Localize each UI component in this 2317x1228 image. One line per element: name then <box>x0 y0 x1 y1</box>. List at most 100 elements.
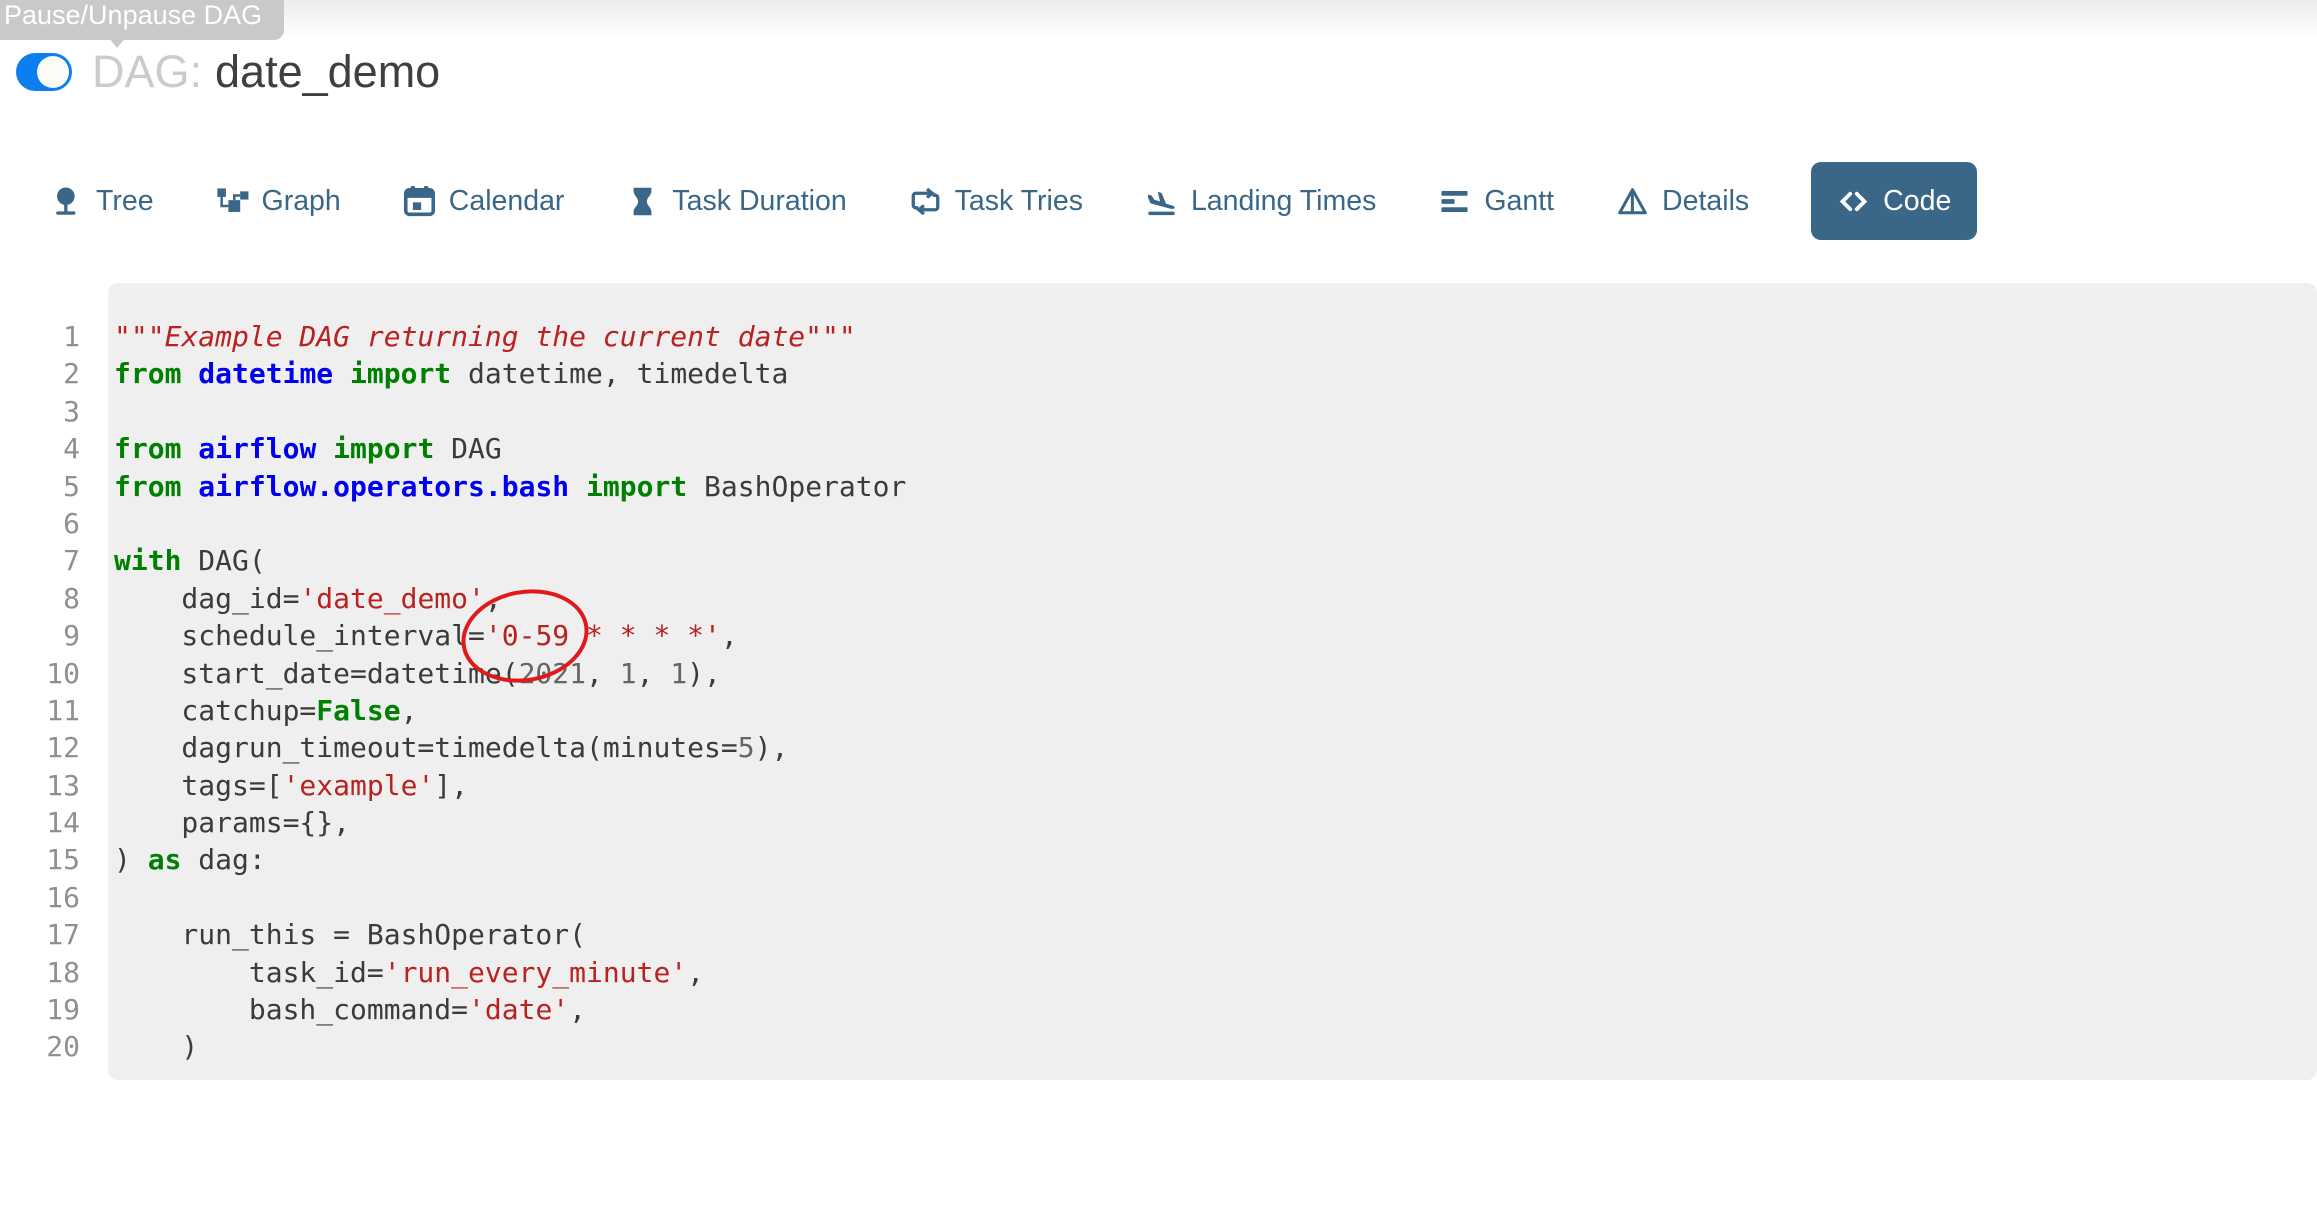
top-fade-band <box>0 0 2317 46</box>
code-line: 11 catchup=False, <box>0 692 2317 729</box>
code-line: 1"""Example DAG returning the current da… <box>0 318 2317 355</box>
code-line-content: start_date=datetime(2021, 1, 1), <box>96 655 2317 692</box>
code-line-content: from datetime import datetime, timedelta <box>96 355 2317 392</box>
code-line: 2from datetime import datetime, timedelt… <box>0 355 2317 392</box>
code-line-content: bash_command='date', <box>96 991 2317 1028</box>
code-rows: 1"""Example DAG returning the current da… <box>0 283 2317 1080</box>
code-line: 3 <box>0 393 2317 430</box>
code-line-content: dagrun_timeout=timedelta(minutes=5), <box>96 729 2317 766</box>
tab-label: Tree <box>96 185 154 218</box>
tab-task-tries[interactable]: Task Tries <box>909 185 1083 218</box>
code-line: 20 ) <box>0 1028 2317 1065</box>
tooltip-arrow <box>104 32 130 48</box>
graph-icon <box>216 185 249 218</box>
tab-task-duration[interactable]: Task Duration <box>626 185 846 218</box>
line-number: 14 <box>0 804 96 841</box>
tab-gantt[interactable]: Gantt <box>1438 185 1554 218</box>
line-number: 16 <box>0 879 96 916</box>
code-line: 16 <box>0 879 2317 916</box>
tab-label: Code <box>1883 185 1951 218</box>
line-number: 1 <box>0 318 96 355</box>
tab-calendar[interactable]: Calendar <box>403 185 565 218</box>
line-number: 8 <box>0 580 96 617</box>
code-line-content: ) <box>96 1028 2317 1065</box>
tab-label: Task Tries <box>955 185 1083 218</box>
code-line: 5from airflow.operators.bash import Bash… <box>0 468 2317 505</box>
code-line: 19 bash_command='date', <box>0 991 2317 1028</box>
line-number: 7 <box>0 542 96 579</box>
line-number: 19 <box>0 991 96 1028</box>
line-number: 13 <box>0 767 96 804</box>
code-line-content <box>96 505 2317 542</box>
annotation-ellipse <box>444 576 606 698</box>
tab-label: Task Duration <box>672 185 846 218</box>
tab-label: Calendar <box>449 185 565 218</box>
code-line-content: ) as dag: <box>96 841 2317 878</box>
code-line: 4from airflow import DAG <box>0 430 2317 467</box>
code-line-content: tags=['example'], <box>96 767 2317 804</box>
calendar-icon <box>403 185 436 218</box>
tab-label: Gantt <box>1484 185 1554 218</box>
toggle-knob <box>37 56 69 88</box>
dag-name: date_demo <box>215 46 440 98</box>
code-line-content: """Example DAG returning the current dat… <box>96 318 2317 355</box>
code-line: 10 start_date=datetime(2021, 1, 1), <box>0 655 2317 692</box>
page-title: DAG: date_demo <box>92 46 440 98</box>
pause-unpause-tooltip: Pause/Unpause DAG <box>0 0 284 40</box>
tab-details[interactable]: Details <box>1616 185 1749 218</box>
line-number: 9 <box>0 617 96 654</box>
code-line: 17 run_this = BashOperator( <box>0 916 2317 953</box>
tab-tree[interactable]: Tree <box>50 185 154 218</box>
code-line-content: catchup=False, <box>96 692 2317 729</box>
line-number: 12 <box>0 729 96 766</box>
code-line: 18 task_id='run_every_minute', <box>0 954 2317 991</box>
code-line: 7with DAG( <box>0 542 2317 579</box>
code-line-content: schedule_interval='0-59 * * * *', <box>96 617 2317 654</box>
code-line: 12 dagrun_timeout=timedelta(minutes=5), <box>0 729 2317 766</box>
line-number: 10 <box>0 655 96 692</box>
line-number: 6 <box>0 505 96 542</box>
line-number: 11 <box>0 692 96 729</box>
repeat-icon <box>909 185 942 218</box>
code-line: 6 <box>0 505 2317 542</box>
code-line-content: task_id='run_every_minute', <box>96 954 2317 991</box>
code-line-content: from airflow.operators.bash import BashO… <box>96 468 2317 505</box>
dag-label-prefix: DAG: <box>92 46 202 98</box>
code-line-content: params={}, <box>96 804 2317 841</box>
line-number: 15 <box>0 841 96 878</box>
tab-label: Details <box>1662 185 1749 218</box>
airflow-code-view-page: Pause/Unpause DAG DAG: date_demo Tree Gra… <box>0 0 2317 1228</box>
view-tabs: Tree Graph Calendar Task Duration Task Tries… <box>50 162 1977 240</box>
code-line-content: run_this = BashOperator( <box>96 916 2317 953</box>
line-number: 20 <box>0 1028 96 1065</box>
tab-code[interactable]: Code <box>1811 162 1977 240</box>
code-line: 9 schedule_interval='0-59 * * * *', <box>0 617 2317 654</box>
dag-header: DAG: date_demo <box>16 44 440 100</box>
tab-landing-times[interactable]: Landing Times <box>1145 185 1376 218</box>
hourglass-icon <box>626 185 659 218</box>
tab-graph[interactable]: Graph <box>216 185 341 218</box>
dag-pause-toggle[interactable] <box>16 53 72 91</box>
line-number: 4 <box>0 430 96 467</box>
code-line-content: with DAG( <box>96 542 2317 579</box>
tree-icon <box>50 185 83 218</box>
gantt-bars-icon <box>1438 185 1471 218</box>
code-brackets-icon <box>1837 185 1870 218</box>
triangle-icon <box>1616 185 1649 218</box>
tooltip-text: Pause/Unpause DAG <box>4 0 262 30</box>
line-number: 2 <box>0 355 96 392</box>
code-line-content <box>96 879 2317 916</box>
code-line: 14 params={}, <box>0 804 2317 841</box>
tab-label: Landing Times <box>1191 185 1376 218</box>
plane-landing-icon <box>1145 185 1178 218</box>
line-number: 5 <box>0 468 96 505</box>
dag-code-panel: 1"""Example DAG returning the current da… <box>0 283 2317 1080</box>
code-line: 13 tags=['example'], <box>0 767 2317 804</box>
line-number: 3 <box>0 393 96 430</box>
code-line-content: dag_id='date_demo', <box>96 580 2317 617</box>
tab-label: Graph <box>262 185 341 218</box>
code-line-content <box>96 393 2317 430</box>
code-line: 15) as dag: <box>0 841 2317 878</box>
code-line: 8 dag_id='date_demo', <box>0 580 2317 617</box>
line-number: 17 <box>0 916 96 953</box>
